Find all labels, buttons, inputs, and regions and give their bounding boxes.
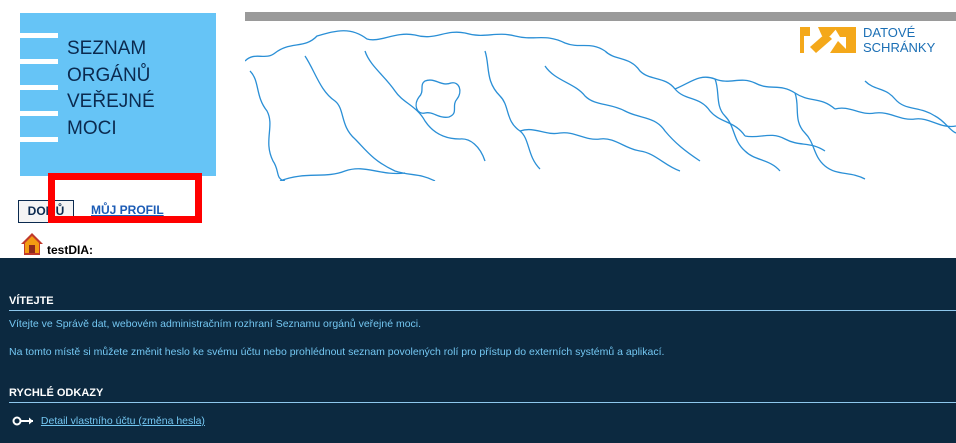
logo-line: VEŘEJNÉ [67, 91, 155, 112]
key-icon [12, 416, 33, 426]
welcome-paragraph-1: Vítejte ve Správě dat, webovém administr… [9, 318, 422, 330]
brand-line2: SCHRÁNKY [863, 40, 936, 55]
datove-schranky-logo-icon [800, 27, 856, 53]
logo-stripe [20, 59, 58, 64]
logo-line: SEZNAM [67, 38, 147, 59]
logo-stripe [20, 33, 58, 38]
divider [9, 402, 956, 403]
quick-link-item: Detail vlastního účtu (změna hesla) [12, 415, 205, 427]
user-name: testDIA: [47, 243, 94, 257]
logo-stripe [20, 85, 58, 90]
welcome-paragraph-2: Na tomto místě si můžete změnit heslo ke… [9, 346, 665, 358]
logo-line: ORGÁNŮ [67, 64, 151, 86]
welcome-heading: VÍTEJTE [9, 295, 54, 307]
logo-stripe [20, 111, 58, 116]
logo-stripe [20, 137, 58, 142]
divider [9, 310, 956, 311]
logo-line: MOCI [67, 117, 117, 139]
header-bar [245, 12, 956, 21]
home-icon [21, 233, 43, 255]
logo-text: SEZNAM ORGÁNŮ VEŘEJNÉ MOCI [67, 36, 155, 142]
seznam-logo: SEZNAM ORGÁNŮ VEŘEJNÉ MOCI [20, 13, 216, 176]
content-panel: VÍTEJTE Vítejte ve Správě dat, webovém a… [0, 258, 956, 443]
account-detail-link[interactable]: Detail vlastního účtu (změna hesla) [41, 415, 205, 427]
quick-links-heading: RYCHLÉ ODKAZY [9, 387, 104, 399]
highlight-box [48, 173, 202, 223]
datove-schranky-text: DATOVÉ SCHRÁNKY [863, 25, 935, 55]
brand-line1: DATOVÉ [863, 25, 916, 40]
